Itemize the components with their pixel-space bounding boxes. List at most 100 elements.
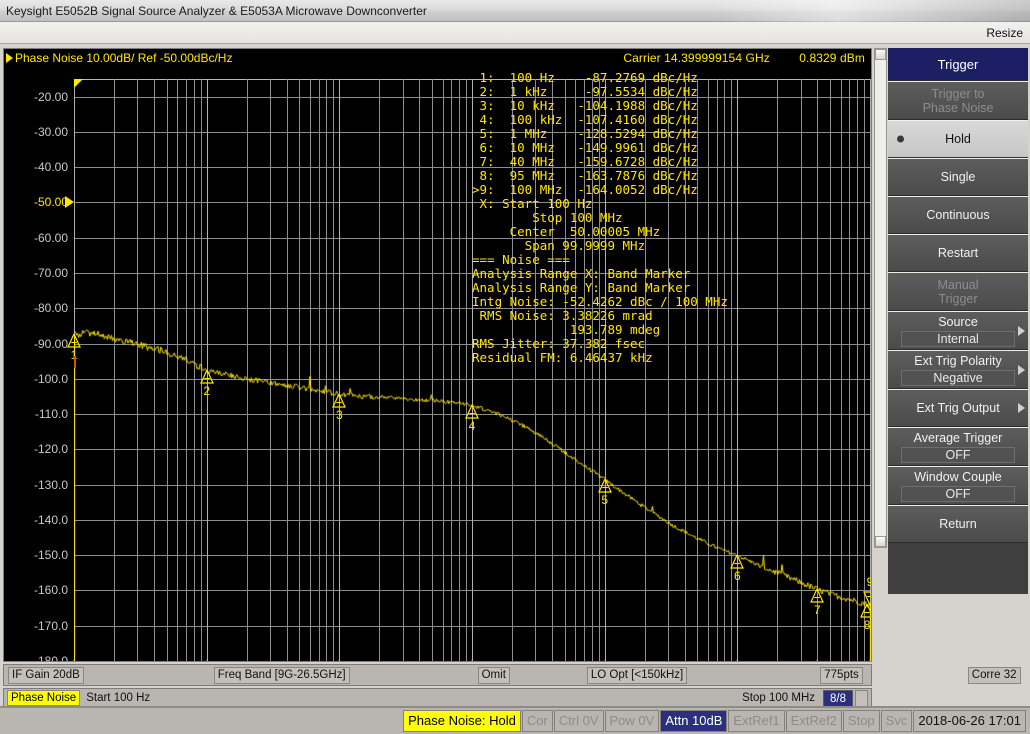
softkey-label: Single [940,170,976,184]
softkey-trigger-to: Trigger to Phase Noise [888,81,1028,120]
softkey-window-couple[interactable]: Window Couple OFF [888,466,1028,505]
status-ctrl[interactable]: Ctrl 0V [553,710,604,732]
softkey-label: Ext Trig Polarity [914,353,1002,368]
readout-line: 1: 100 Hz -87.2769 dBc/Hz [472,70,698,85]
readout-line: Analysis Range X: Band Marker [472,266,691,281]
softkey-restart[interactable]: Restart [888,234,1028,272]
y-axis-label: -90.00 [33,336,68,351]
status-extref1[interactable]: ExtRef1 [728,710,785,732]
y-axis-label: -30.00 [33,124,68,139]
omit-setting[interactable]: Omit [477,666,510,684]
marker-label: 7 [813,603,821,618]
band-marker-icon[interactable] [809,659,825,661]
softkey-value[interactable]: OFF [901,446,1015,463]
points-setting[interactable]: 775pts [820,666,863,684]
y-axis-label: -60.00 [33,230,68,245]
softkey-ext-trig-output[interactable]: Ext Trig Output [888,389,1028,427]
y-axis-label: -160.0 [33,583,68,598]
readout-line: 7: 40 MHz -159.6728 dBc/Hz [472,154,698,169]
marker-triangle-icon [597,478,612,494]
band-marker-icon[interactable] [464,659,480,661]
if-gain-setting[interactable]: IF Gain 20dB [8,666,84,684]
softkey-value[interactable]: OFF [901,485,1015,502]
y-axis-label: -150.0 [33,548,68,563]
band-marker-icon[interactable] [729,659,745,661]
softkey-label: Window Couple [914,469,1002,484]
softkey-label: Ext Trig Output [916,401,1000,415]
y-axis-label: -80.00 [33,301,68,316]
y-axis-label: -170.0 [33,618,68,633]
correlation-setting[interactable]: Corre 32 [967,666,1021,684]
scroll-down-icon[interactable] [875,536,886,547]
softkey-label: Source [938,314,978,329]
readout-line: RMS Jitter: 37.382 fsec [472,336,646,351]
y-axis: -20.00 -30.00 -40.00 -50.00 -60.00 -70.00 -80.… [4,49,74,661]
scroll-up-icon[interactable] [875,49,886,60]
band-marker-icon[interactable] [199,659,215,661]
softkey-single[interactable]: Single [888,158,1028,196]
status-stop[interactable]: Stop [842,710,880,732]
resize-button[interactable]: Resize [986,26,1030,40]
window-title: Keysight E5052B Signal Source Analyzer &… [6,3,427,18]
status-pow[interactable]: Pow 0V [604,710,660,732]
marker-triangle-icon [199,368,214,385]
status-attn[interactable]: Attn 10dB [660,710,728,732]
active-trace-tag[interactable]: Phase Noise [7,690,81,706]
softkey-ext-trig-polarity[interactable]: Ext Trig Polarity Negative [888,350,1028,389]
softkey-hold[interactable]: Hold [888,120,1028,158]
softkey-value[interactable]: Internal [901,330,1015,347]
softkey-scrollbar[interactable] [874,48,887,548]
marker-label: 9 [867,576,871,588]
readout-line: 6: 10 MHz -149.9961 dBc/Hz [472,140,698,155]
chevron-right-icon [1018,364,1025,375]
status-cor[interactable]: Cor [521,710,553,732]
softkey-value[interactable]: Negative [901,369,1015,386]
freq-band-setting[interactable]: Freq Band [9G-26.5GHz] [213,666,350,684]
marker-label: 4 [468,418,476,433]
softkey-label: Continuous [926,208,990,222]
softkey-label-line2: Phase Noise [922,100,994,115]
softkey-average-trigger[interactable]: Average Trigger OFF [888,427,1028,466]
marker-label: 5 [601,493,608,508]
softkey-source[interactable]: Source Internal [888,311,1028,350]
softkey-return[interactable]: Return [888,505,1028,543]
y-axis-label: -130.0 [33,477,68,492]
titlebar-gloss [710,0,1030,22]
graph-display[interactable]: Phase Noise 10.00dB/ Ref -50.00dBc/Hz Ca… [3,48,872,662]
window-titlebar: Keysight E5052B Signal Source Analyzer &… [0,0,1030,22]
softkey-label: Hold [945,132,971,146]
softkey-manual: Manual Trigger [888,272,1028,311]
marker-label: 6 [733,569,741,584]
softkey-continuous[interactable]: Continuous [888,196,1028,234]
readout-line: 8: 95 MHz -163.7876 dBc/Hz [472,168,698,183]
band-edge-marker-icon[interactable] [66,660,82,661]
readout-line: Intg Noise: -52.4262 dBc / 100 MHz [472,294,728,309]
band-edge-marker-icon[interactable] [862,660,871,661]
radio-selected-icon [897,135,904,143]
y-axis-label: -40.00 [33,160,68,175]
readout-line: >9: 100 MHz -164.0052 dBc/Hz [472,182,698,197]
readout-line: Stop 100 MHz [472,210,623,225]
marker-triangle-icon [810,587,825,604]
marker-readout-table: 1: 100 Hz -87.2769 dBc/Hz 2: 1 kHz -97.5… [472,71,728,365]
band-marker-icon[interactable] [331,659,347,661]
readout-line: 4: 100 kHz -107.4160 dBc/Hz [472,112,698,127]
carrier-frequency-label: Carrier 14.399999154 GHz [623,51,770,65]
carrier-info: Carrier 14.399999154 GHz 0.8329 dBm [623,50,865,66]
carrier-power-label: 0.8329 dBm [799,51,865,65]
menu-strip: Resize [0,22,1030,44]
status-bar: Phase Noise: Hold Cor Ctrl 0V Pow 0V Att… [0,706,1030,734]
readout-line: X: Start 100 Hz [472,196,593,211]
status-extref2[interactable]: ExtRef2 [785,710,842,732]
chevron-right-icon [1018,325,1025,336]
sweep-bar: Phase Noise Start 100 Hz Stop 100 MHz 8/… [3,688,872,708]
status-svc[interactable]: Svc [880,710,913,732]
readout-line: Span 99.9999 MHz [472,238,646,253]
readout-line: 193.789 mdeg [472,322,661,337]
y-axis-label: -120.0 [33,442,68,457]
status-mode[interactable]: Phase Noise: Hold [403,710,521,732]
band-marker-icon[interactable] [597,659,613,661]
lo-opt-setting[interactable]: LO Opt [<150kHz] [586,666,688,684]
segment-count-badge: 8/8 [823,689,853,707]
marker-label: 2 [203,384,210,399]
